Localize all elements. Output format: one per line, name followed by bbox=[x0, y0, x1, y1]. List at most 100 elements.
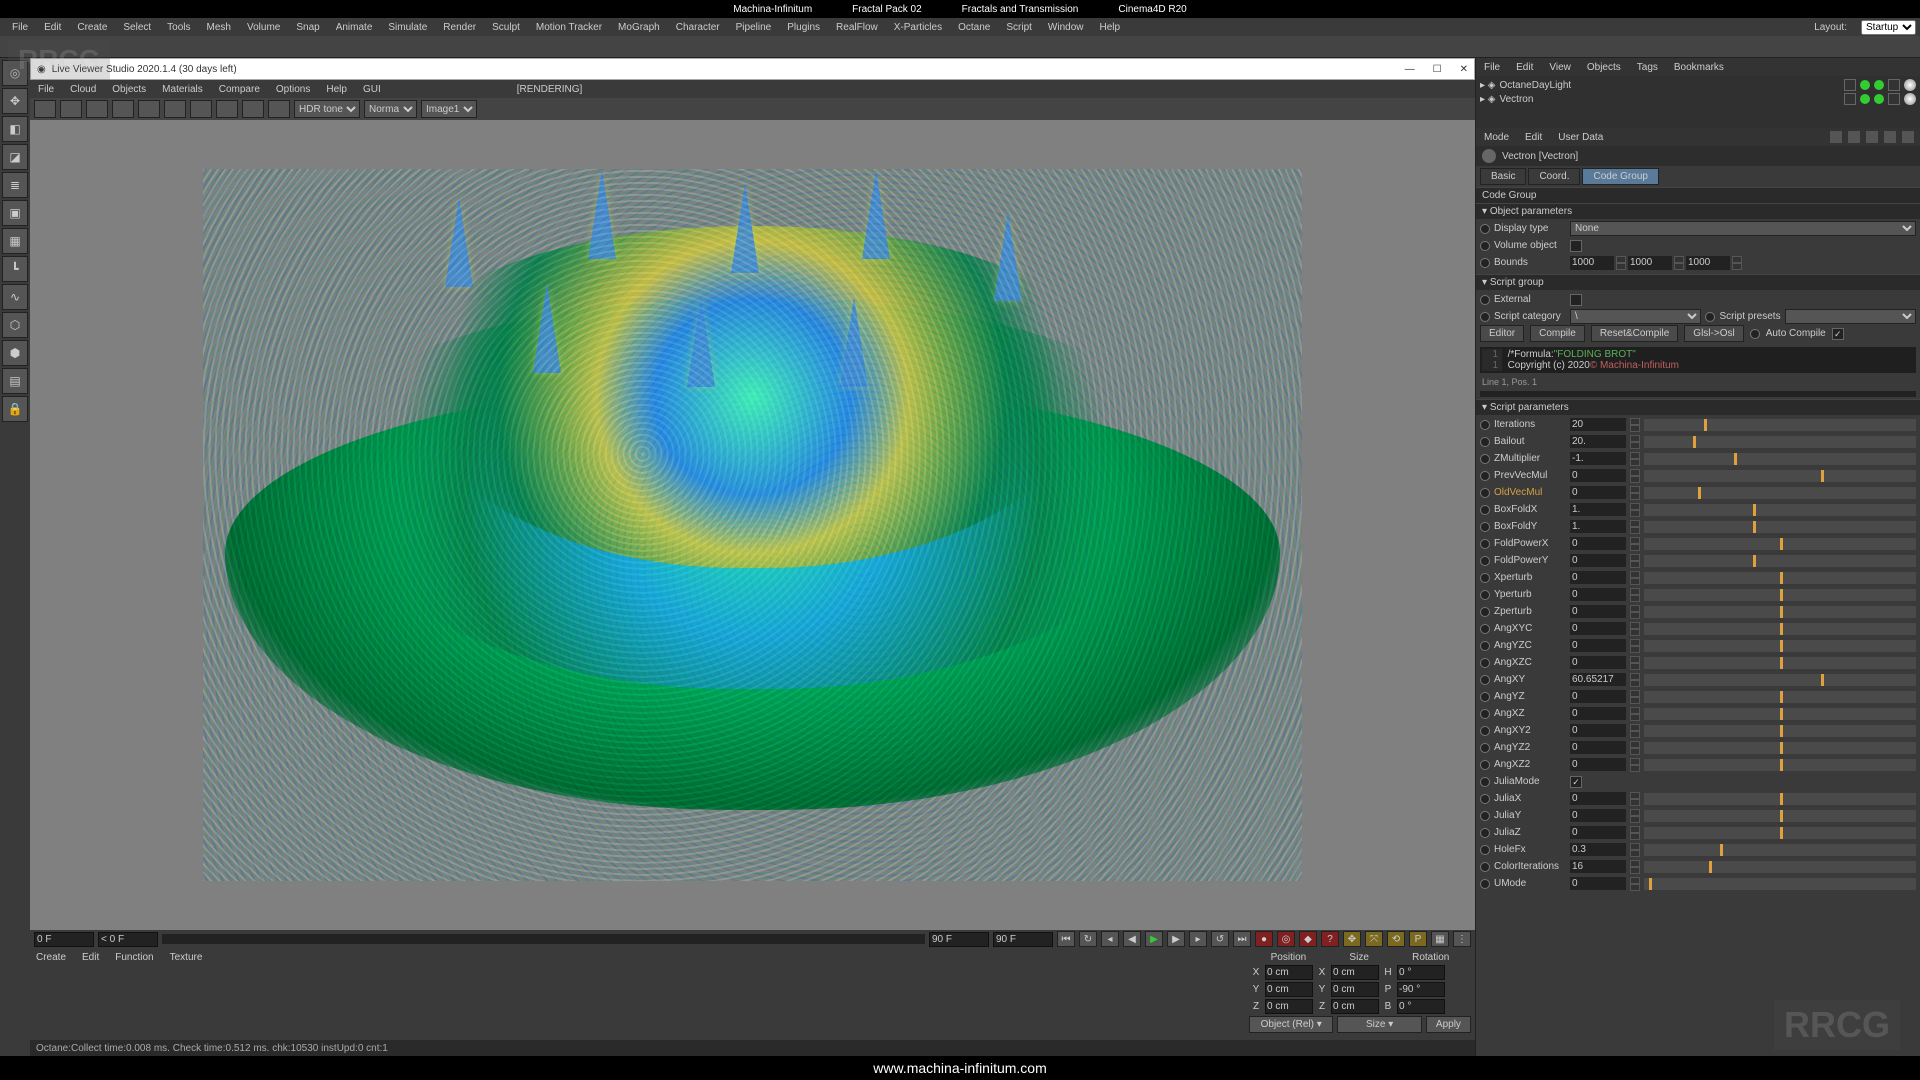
rot-key-icon[interactable]: ⟲ bbox=[1387, 931, 1405, 947]
size-mode-dropdown[interactable]: Size ▾ bbox=[1337, 1016, 1421, 1033]
param-slider[interactable] bbox=[1644, 725, 1916, 737]
menu-octane[interactable]: Octane bbox=[950, 22, 998, 33]
param-slider[interactable] bbox=[1644, 504, 1916, 516]
close-button[interactable]: ✕ bbox=[1460, 64, 1468, 75]
param-value-field[interactable] bbox=[1570, 707, 1626, 720]
volume-object-radio[interactable] bbox=[1480, 241, 1490, 251]
lock-icon[interactable]: 🔒 bbox=[2, 396, 28, 422]
spinner-icon[interactable] bbox=[1630, 469, 1640, 483]
snap-icon[interactable]: ⬡ bbox=[2, 312, 28, 338]
help-icon[interactable]: ? bbox=[1321, 931, 1339, 947]
tangent-icon[interactable]: ∿ bbox=[2, 284, 28, 310]
param-radio[interactable] bbox=[1480, 726, 1490, 736]
objmgr-menu-bookmarks[interactable]: Bookmarks bbox=[1666, 62, 1732, 73]
menu-window[interactable]: Window bbox=[1040, 22, 1092, 33]
auto-compile-radio[interactable] bbox=[1750, 329, 1760, 339]
func-icon[interactable] bbox=[1902, 131, 1914, 143]
spinner-icon[interactable] bbox=[1630, 520, 1640, 534]
viewer-window-titlebar[interactable]: ◉ Live Viewer Studio 2020.1.4 (30 days l… bbox=[30, 58, 1475, 80]
box-icon[interactable]: ▣ bbox=[2, 200, 28, 226]
param-slider[interactable] bbox=[1644, 419, 1916, 431]
param-radio[interactable] bbox=[1480, 862, 1490, 872]
rot-b-field[interactable] bbox=[1397, 999, 1445, 1014]
script-category-dropdown[interactable]: \ bbox=[1570, 309, 1701, 324]
param-radio[interactable] bbox=[1480, 420, 1490, 430]
spinner-icon[interactable] bbox=[1630, 622, 1640, 636]
material-menu-texture[interactable]: Texture bbox=[170, 952, 203, 963]
prev-key-icon[interactable]: ◂ bbox=[1101, 931, 1119, 947]
param-value-field[interactable] bbox=[1570, 435, 1626, 448]
param-radio[interactable] bbox=[1480, 692, 1490, 702]
spinner-icon[interactable] bbox=[1630, 588, 1640, 602]
apply-button[interactable]: Apply bbox=[1426, 1016, 1471, 1033]
tab-code-group[interactable]: Code Group bbox=[1582, 168, 1658, 185]
uv-icon[interactable]: ▦ bbox=[2, 228, 28, 254]
visibility-editor-icon[interactable] bbox=[1860, 80, 1870, 90]
param-radio[interactable] bbox=[1480, 437, 1490, 447]
param-slider[interactable] bbox=[1644, 487, 1916, 499]
layout-dropdown[interactable]: Startup bbox=[1861, 20, 1916, 35]
param-value-field[interactable] bbox=[1570, 452, 1626, 465]
param-slider[interactable] bbox=[1644, 742, 1916, 754]
param-slider[interactable] bbox=[1644, 555, 1916, 567]
compile-button[interactable]: Compile bbox=[1530, 325, 1585, 342]
external-radio[interactable] bbox=[1480, 295, 1490, 305]
spinner-icon[interactable] bbox=[1630, 639, 1640, 653]
render-viewport[interactable] bbox=[30, 120, 1475, 930]
param-radio[interactable] bbox=[1480, 641, 1490, 651]
rot-p-field[interactable] bbox=[1397, 982, 1445, 997]
bounds-radio[interactable] bbox=[1480, 258, 1490, 268]
param-radio[interactable] bbox=[1480, 590, 1490, 600]
param-value-field[interactable] bbox=[1570, 826, 1626, 839]
code-editor[interactable]: 1 /*Formula:"FOLDING BROT" 1 Copyright (… bbox=[1480, 347, 1916, 373]
param-value-field[interactable] bbox=[1570, 877, 1626, 890]
next-frame-icon[interactable]: ▶ bbox=[1167, 931, 1185, 947]
param-radio[interactable] bbox=[1480, 573, 1490, 583]
spinner-icon[interactable] bbox=[1630, 860, 1640, 874]
param-value-field[interactable] bbox=[1570, 520, 1626, 533]
spinner-icon[interactable] bbox=[1630, 656, 1640, 670]
param-value-field[interactable] bbox=[1570, 673, 1626, 686]
spinner-icon[interactable] bbox=[1630, 452, 1640, 466]
param-radio[interactable] bbox=[1480, 471, 1490, 481]
menu-tools[interactable]: Tools bbox=[159, 22, 198, 33]
pos-y-field[interactable] bbox=[1265, 982, 1313, 997]
param-slider[interactable] bbox=[1644, 793, 1916, 805]
spinner-icon[interactable] bbox=[1630, 673, 1640, 687]
home-icon[interactable] bbox=[1884, 131, 1896, 143]
spinner-icon[interactable] bbox=[1630, 605, 1640, 619]
param-slider[interactable] bbox=[1644, 589, 1916, 601]
viewer-menu-gui[interactable]: GUI bbox=[355, 84, 389, 95]
spinner-icon[interactable] bbox=[1630, 537, 1640, 551]
record-icon[interactable]: ● bbox=[1255, 931, 1273, 947]
param-radio[interactable] bbox=[1480, 794, 1490, 804]
range-end-field[interactable] bbox=[993, 932, 1053, 947]
menu-character[interactable]: Character bbox=[668, 22, 728, 33]
poly-icon[interactable]: ◪ bbox=[2, 144, 28, 170]
region-icon[interactable] bbox=[138, 100, 160, 118]
param-value-field[interactable] bbox=[1570, 690, 1626, 703]
pos-key-icon[interactable]: ✥ bbox=[1343, 931, 1361, 947]
spinner-icon[interactable] bbox=[1630, 707, 1640, 721]
save-icon[interactable] bbox=[216, 100, 238, 118]
viewer-menu-compare[interactable]: Compare bbox=[211, 84, 268, 95]
display-type-dropdown[interactable]: None bbox=[1570, 221, 1916, 236]
menu-mesh[interactable]: Mesh bbox=[199, 22, 239, 33]
param-value-field[interactable] bbox=[1570, 724, 1626, 737]
start-frame-field[interactable] bbox=[98, 932, 158, 947]
param-slider[interactable] bbox=[1644, 606, 1916, 618]
spinner-icon[interactable] bbox=[1630, 826, 1640, 840]
size-z-field[interactable] bbox=[1331, 999, 1379, 1014]
layer-tag-icon[interactable] bbox=[1844, 93, 1856, 105]
display-type-radio[interactable] bbox=[1480, 224, 1490, 234]
viewer-menu-file[interactable]: File bbox=[30, 84, 62, 95]
param-value-field[interactable] bbox=[1570, 605, 1626, 618]
visibility-editor-icon[interactable] bbox=[1860, 94, 1870, 104]
param-value-field[interactable] bbox=[1570, 537, 1626, 550]
pos-x-field[interactable] bbox=[1265, 965, 1313, 980]
spinner-icon[interactable] bbox=[1630, 554, 1640, 568]
menu-script[interactable]: Script bbox=[998, 22, 1040, 33]
goto-start-icon[interactable]: ⏮ bbox=[1057, 931, 1075, 947]
param-value-field[interactable] bbox=[1570, 860, 1626, 873]
lock-view-icon[interactable] bbox=[112, 100, 134, 118]
